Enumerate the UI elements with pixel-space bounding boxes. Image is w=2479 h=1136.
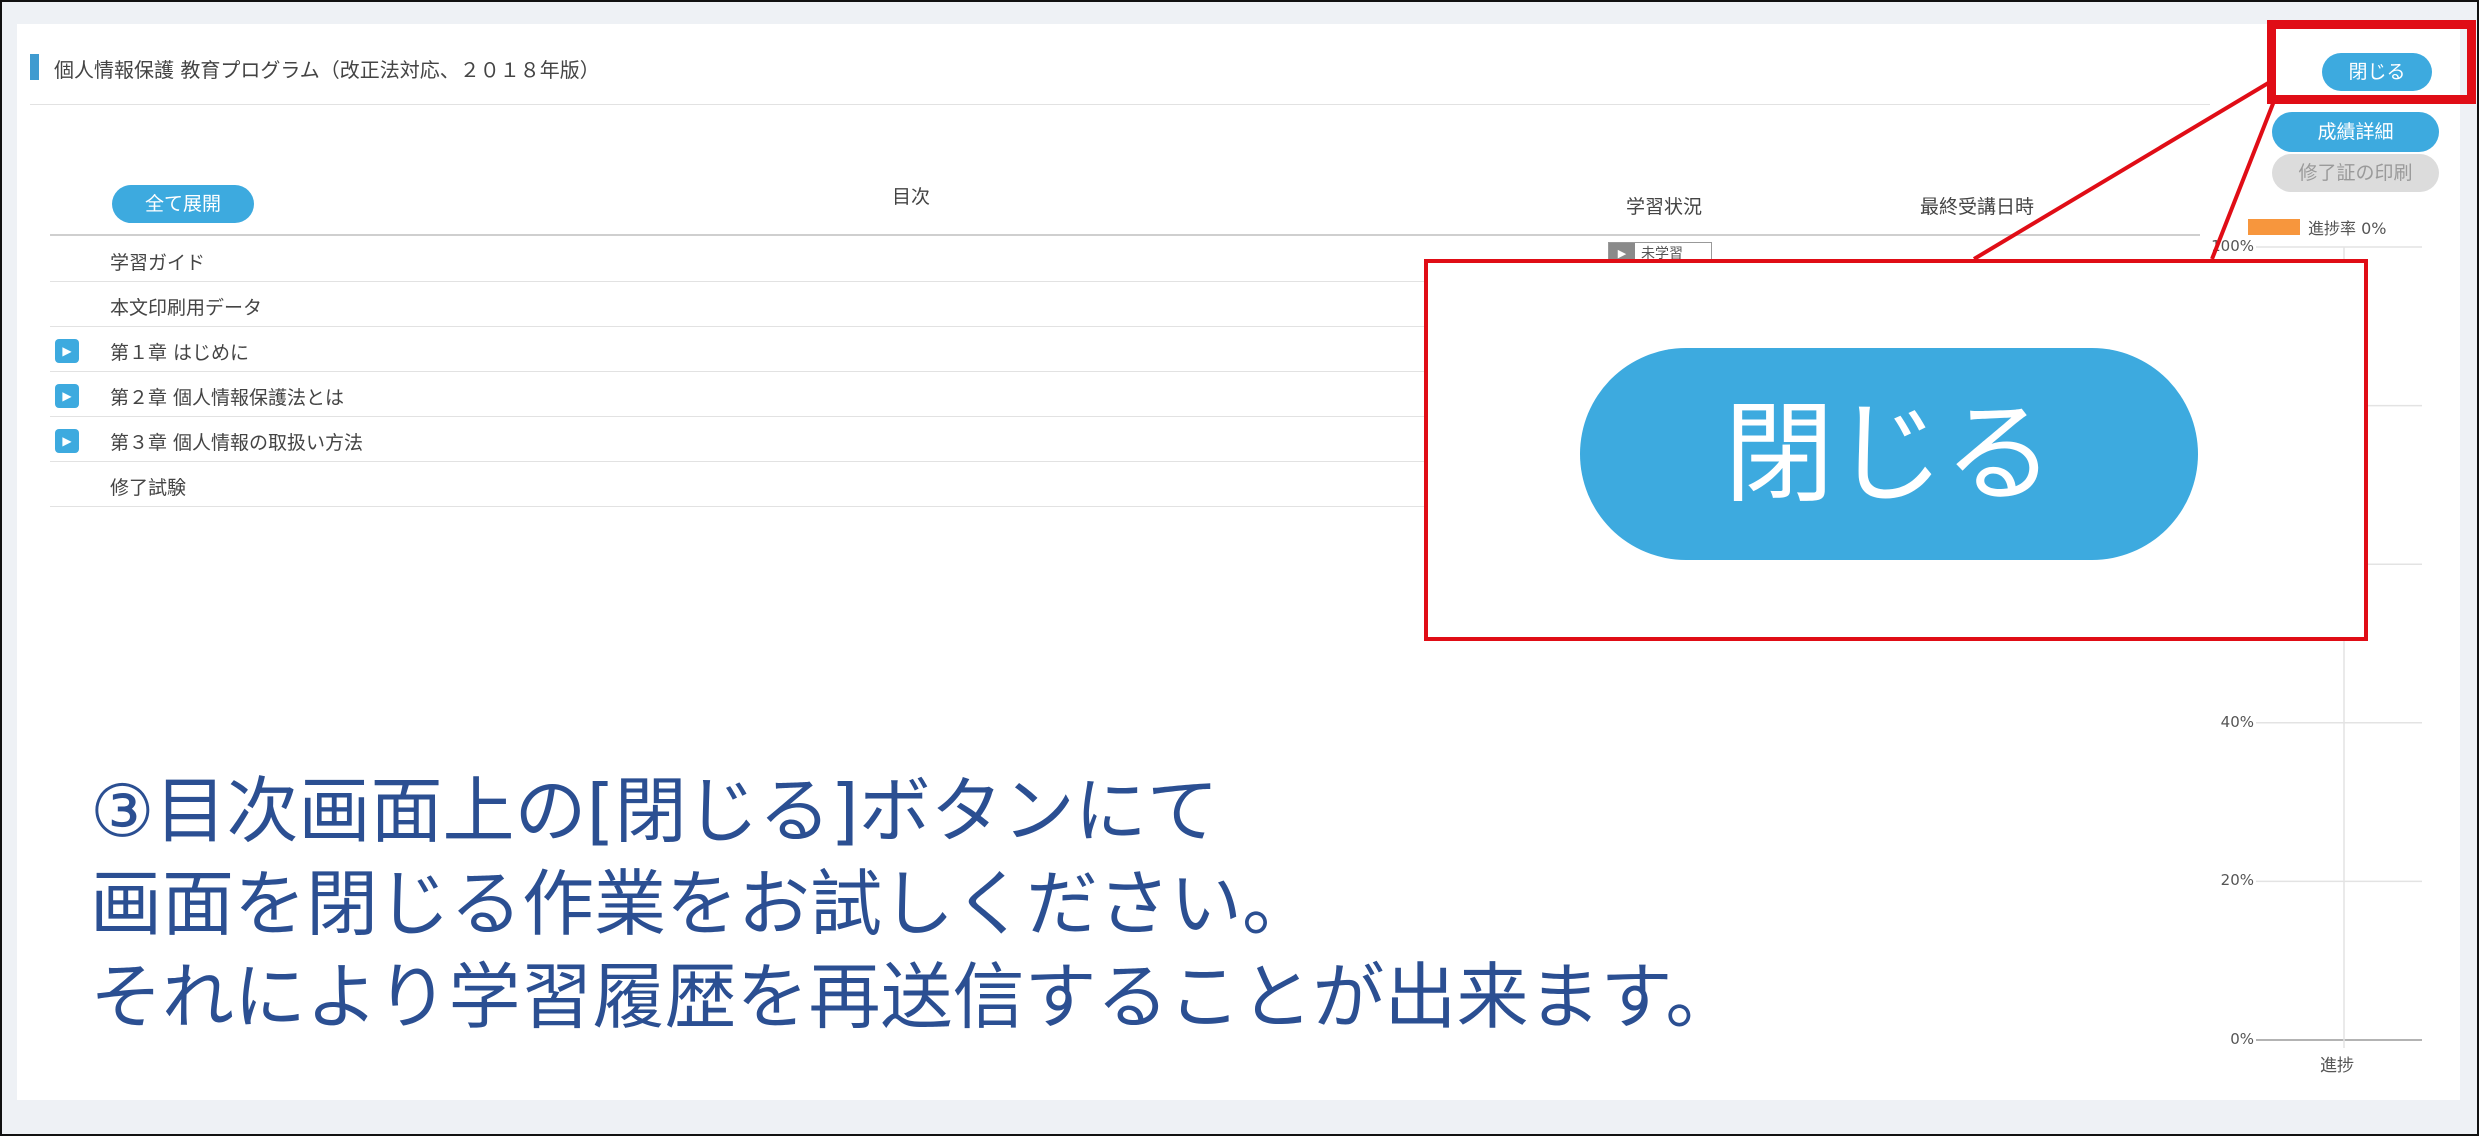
caption-line: それにより学習履歴を再送信することが出来ます。 — [90, 955, 1738, 1039]
instruction-caption: ③目次画面上の[閉じる]ボタンにて 画面を閉じる作業をお試しください。 それによ… — [90, 765, 1737, 1044]
caption-line: ③目次画面上の[閉じる]ボタンにて — [90, 769, 1219, 853]
caption-line: 画面を閉じる作業をお試しください。 — [90, 862, 1315, 946]
callout-line — [1972, 80, 2272, 261]
close-button-highlight — [2267, 20, 2476, 104]
callout-line — [2210, 95, 2278, 260]
